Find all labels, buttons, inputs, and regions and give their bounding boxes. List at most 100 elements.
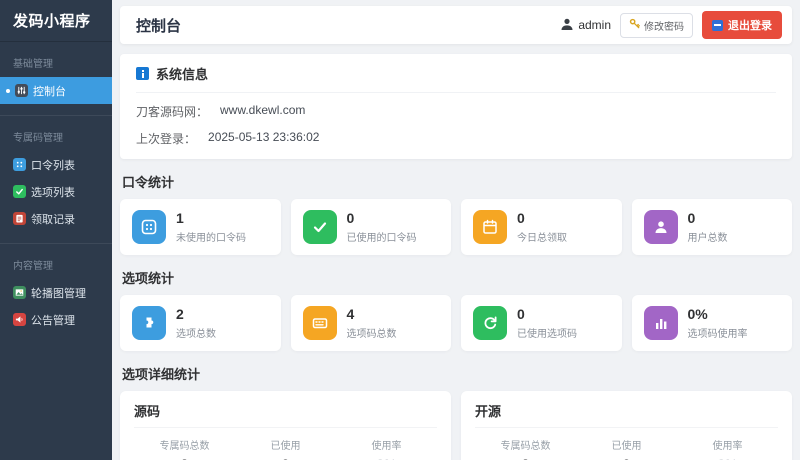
stat-label: 选项码使用率 <box>687 329 748 340</box>
key-icon <box>629 18 640 32</box>
bar-chart-icon <box>643 306 678 340</box>
sidebar-item-label: 控制台 <box>33 85 66 98</box>
column-header: 专属码总数 <box>500 441 551 452</box>
stat-card-used-option-codes: 0 已使用选项码 <box>461 295 622 351</box>
sidebar-item-claim-record[interactable]: 领取记录 <box>0 205 112 232</box>
stat-value: 0 <box>517 210 525 226</box>
refresh-icon <box>473 306 507 340</box>
stat-value: 0 <box>687 210 696 226</box>
stat-card-total-option-codes: 4 选项码总数 <box>290 295 451 351</box>
detail-columns: 专属码总数 2 已使用 0 使用率 0% <box>134 437 437 460</box>
system-info-card: 系统信息 刀客源码网： www.dkewl.com 上次登录： 2025-05-… <box>120 54 792 159</box>
option-stats-title: 选项统计 <box>122 271 175 286</box>
keypad-icon <box>132 210 166 244</box>
stat-value: 2 <box>176 306 184 322</box>
detail-col-rate: 使用率 0% <box>677 437 778 460</box>
column-header: 专属码总数 <box>159 441 210 452</box>
column-value: 2 <box>134 456 235 460</box>
stat-value: 0% <box>687 306 708 322</box>
stat-label: 已使用的口令码 <box>346 233 417 244</box>
sidebar-item-option-list[interactable]: 选项列表 <box>0 178 112 205</box>
option-stats-grid: 2 选项总数 4 选项码总数 0 已使用选项码 0% 选项码使用率 <box>120 295 792 351</box>
column-value: 0% <box>336 456 437 460</box>
column-value: 2 <box>475 456 576 460</box>
stat-value: 4 <box>346 306 355 322</box>
sidebar-item-console[interactable]: 控制台 <box>0 77 112 104</box>
user-icon <box>560 17 574 34</box>
stat-label: 未使用的口令码 <box>176 233 246 244</box>
detail-card-opensource: 开源 专属码总数 2 已使用 0 使用率 0% <box>461 391 792 460</box>
detail-col-used: 已使用 0 <box>576 437 677 460</box>
stat-card-used-codes: 0 已使用的口令码 <box>290 199 451 255</box>
stat-card-total-options: 2 选项总数 <box>120 295 281 351</box>
column-header: 已使用 <box>611 441 642 452</box>
detail-col-used: 已使用 0 <box>235 437 336 460</box>
sidebar-item-label: 领取记录 <box>31 213 75 226</box>
carousel-icon <box>13 286 26 299</box>
user-icon <box>643 210 678 244</box>
username: admin <box>578 18 611 32</box>
column-value: 0 <box>576 456 677 460</box>
topbar-right: admin 修改密码 退出登录 <box>560 11 782 39</box>
site-label: 刀客源码网： <box>136 105 209 119</box>
stat-label: 已使用选项码 <box>517 329 577 340</box>
stat-card-today-claims: 0 今日总领取 <box>461 199 622 255</box>
sidebar-item-announcement[interactable]: 公告管理 <box>0 306 112 333</box>
change-password-label: 修改密码 <box>644 21 684 33</box>
calendar-icon <box>473 210 507 244</box>
column-value: 0% <box>677 456 778 460</box>
sidebar-section-codes: 专属码管理 <box>13 133 63 144</box>
console-icon <box>15 84 28 97</box>
detail-stats-grid: 源码 专属码总数 2 已使用 0 使用率 0% 开源 <box>120 391 792 460</box>
site-value: www.dkewl.com <box>220 103 306 117</box>
last-login-value: 2025-05-13 23:36:02 <box>208 130 320 144</box>
claim-record-icon <box>13 212 26 225</box>
change-password-button[interactable]: 修改密码 <box>620 12 693 38</box>
option-list-icon <box>13 185 26 198</box>
sidebar-section-content: 内容管理 <box>13 261 53 272</box>
system-info-header: 系统信息 <box>136 64 776 93</box>
stat-value: 0 <box>517 306 525 322</box>
column-header: 已使用 <box>270 441 301 452</box>
sidebar-item-label: 轮播图管理 <box>31 287 86 300</box>
system-info-row: 刀客源码网： www.dkewl.com <box>136 103 776 120</box>
sidebar-section-basic: 基础管理 <box>13 59 53 70</box>
detail-col-total: 专属码总数 2 <box>475 437 576 460</box>
logout-button[interactable]: 退出登录 <box>702 11 782 39</box>
password-list-icon <box>13 158 26 171</box>
topbar: 控制台 admin 修改密码 退出登录 <box>120 6 792 44</box>
detail-col-total: 专属码总数 2 <box>134 437 235 460</box>
stat-card-usage-rate: 0% 选项码使用率 <box>631 295 792 351</box>
system-info-row: 上次登录： 2025-05-13 23:36:02 <box>136 130 776 147</box>
page-title: 控制台 <box>136 17 182 35</box>
logout-icon <box>712 19 723 31</box>
system-info-title: 系统信息 <box>156 67 209 82</box>
keyboard-icon <box>302 306 337 340</box>
puzzle-icon <box>132 306 166 340</box>
last-login-label: 上次登录： <box>136 132 197 146</box>
main-content: 控制台 admin 修改密码 退出登录 系统信息 刀客源码网： www.dkew… <box>112 0 800 460</box>
sidebar-item-label: 口令列表 <box>31 159 75 172</box>
detail-stats-title: 选项详细统计 <box>122 367 201 382</box>
detail-col-rate: 使用率 0% <box>336 437 437 460</box>
detail-card-name: 源码 <box>134 401 437 428</box>
app-title: 发码小程序 <box>0 0 112 42</box>
stat-card-total-users: 0 用户总数 <box>631 199 792 255</box>
stat-label: 用户总数 <box>687 233 728 244</box>
active-dot <box>6 88 10 93</box>
stat-label: 选项码总数 <box>346 329 397 340</box>
stat-label: 选项总数 <box>176 329 216 340</box>
announcement-icon <box>13 313 26 326</box>
stat-value: 1 <box>176 210 184 226</box>
sidebar-item-carousel[interactable]: 轮播图管理 <box>0 279 112 306</box>
sidebar-item-label: 选项列表 <box>31 186 75 199</box>
password-stats-grid: 1 未使用的口令码 0 已使用的口令码 0 今日总领取 0 用户总数 <box>120 199 792 255</box>
sidebar-item-password-list[interactable]: 口令列表 <box>0 151 112 178</box>
check-icon <box>302 210 337 244</box>
detail-card-source: 源码 专属码总数 2 已使用 0 使用率 0% <box>120 391 451 460</box>
column-header: 使用率 <box>712 441 743 452</box>
column-value: 0 <box>235 456 336 460</box>
password-stats-title: 口令统计 <box>122 175 175 190</box>
user-info: admin <box>560 17 611 34</box>
detail-columns: 专属码总数 2 已使用 0 使用率 0% <box>475 437 778 460</box>
